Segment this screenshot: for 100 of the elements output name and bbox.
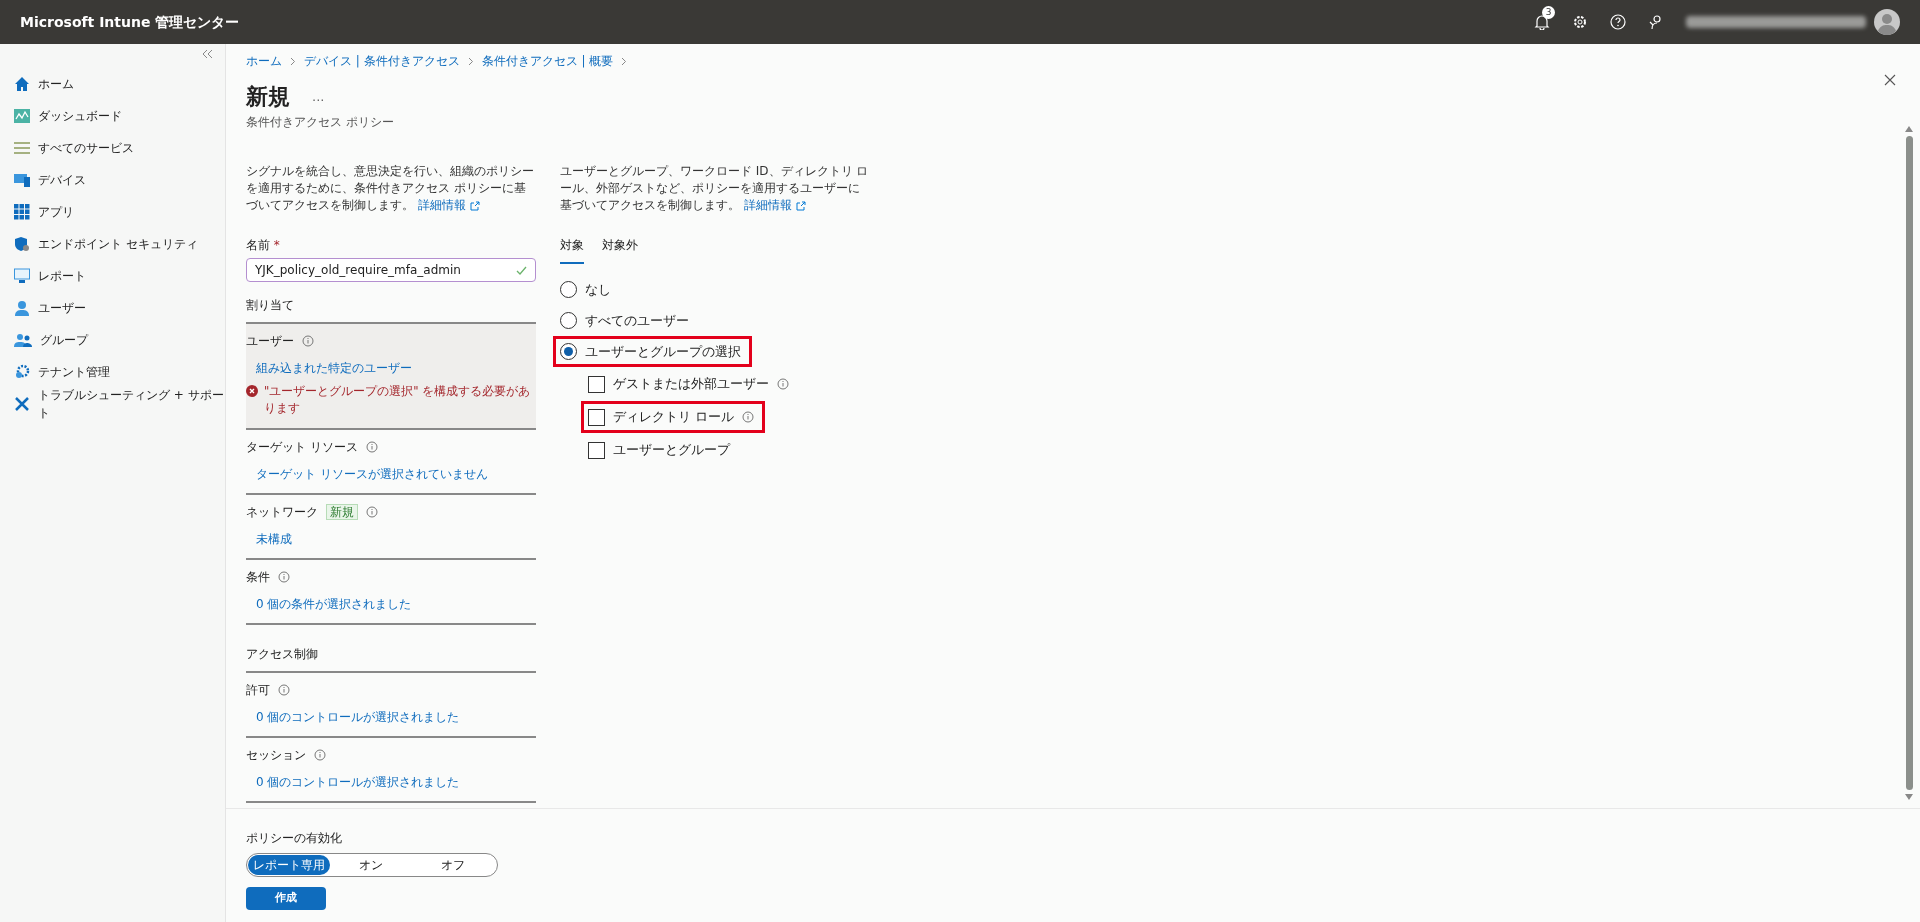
section-label: ターゲット リソース: [246, 438, 358, 456]
learn-more-link[interactable]: 詳細情報: [744, 198, 806, 212]
gear-person-icon: [14, 364, 30, 380]
app-title: Microsoft Intune 管理センター: [20, 12, 240, 32]
section-link[interactable]: 未構成: [256, 529, 292, 548]
checkbox-label: ディレクトリ ロール: [613, 408, 735, 427]
page-subtitle: 条件付きアクセス ポリシー: [246, 114, 395, 131]
checkbox[interactable]: [588, 408, 605, 426]
sidebar-item[interactable]: グループ: [0, 324, 225, 356]
info-icon[interactable]: [742, 411, 755, 423]
sidebar-item[interactable]: ユーザー: [0, 292, 225, 324]
help-icon[interactable]: [1610, 14, 1626, 30]
breadcrumb-link[interactable]: 条件付きアクセス | 概要: [481, 52, 614, 70]
checkbox[interactable]: [588, 375, 605, 393]
error-message: "ユーザーとグループの選択" を構成する必要があります: [264, 383, 532, 418]
description: ユーザーとグループ、ワークロード ID、ディレクトリ ロール、外部ゲストなど、ポリシーを適用するユーザーに基づいてアクセスを制御します。 詳細情報: [560, 163, 870, 214]
chevron-icon: [621, 56, 628, 66]
checkbox-label: ユーザーとグループ: [613, 441, 730, 460]
info-icon[interactable]: [366, 505, 378, 518]
info-icon[interactable]: [365, 440, 378, 453]
name-input[interactable]: YJK_policy_old_require_mfa_admin: [246, 258, 536, 282]
feedback-icon[interactable]: [1648, 14, 1664, 30]
people-icon: [14, 333, 32, 347]
monitor-icon: [14, 268, 30, 284]
section-row[interactable]: セッション 0 個のコントロールが選択されました: [246, 737, 536, 803]
section-row[interactable]: ターゲット リソース ターゲット リソースが選択されていません: [246, 429, 536, 495]
radio-button[interactable]: [560, 281, 577, 298]
sidebar-item[interactable]: ホーム: [0, 68, 225, 100]
info-icon[interactable]: [278, 683, 290, 696]
home-icon: [14, 76, 30, 92]
avatar-icon[interactable]: [1874, 9, 1900, 35]
toggle-option[interactable]: レポート専用: [248, 855, 330, 875]
info-icon[interactable]: [314, 748, 326, 761]
scroll-up-icon[interactable]: [1905, 126, 1913, 132]
section-label: 許可: [246, 681, 270, 699]
external-link-icon: [796, 200, 806, 211]
tools-icon: [14, 396, 30, 412]
info-icon[interactable]: [278, 570, 290, 583]
section-link[interactable]: 0 個の条件が選択されました: [256, 594, 412, 613]
tab[interactable]: 対象: [560, 236, 584, 264]
bell-icon[interactable]: [1534, 14, 1550, 30]
sidebar-item[interactable]: レポート: [0, 260, 225, 292]
sidebar-item[interactable]: トラブルシューティング + サポート: [0, 388, 225, 420]
radio-label: ユーザーとグループの選択: [585, 342, 741, 361]
info-icon[interactable]: [777, 378, 789, 390]
sidebar-item[interactable]: テナント管理: [0, 356, 225, 388]
sidebar-item[interactable]: すべてのサービス: [0, 132, 225, 164]
notification-badge: 3: [1542, 6, 1555, 19]
chart-icon: [14, 109, 30, 123]
section-heading: アクセス制御: [246, 644, 536, 673]
checkbox[interactable]: [588, 441, 605, 459]
scrollbar[interactable]: [1905, 126, 1913, 800]
section-label: セッション: [246, 746, 306, 764]
sidebar-item[interactable]: デバイス: [0, 164, 225, 196]
more-button[interactable]: ...: [312, 86, 325, 107]
device-icon: [14, 173, 30, 187]
list-icon: [14, 142, 30, 154]
chevron-icon: [290, 56, 296, 66]
user-icon: [14, 300, 30, 316]
section-link[interactable]: 組み込まれた特定のユーザー: [256, 359, 412, 377]
tab[interactable]: 対象外: [602, 236, 638, 264]
section-row[interactable]: 条件 0 個の条件が選択されました: [246, 559, 536, 625]
checkbox-label: ゲストまたは外部ユーザー: [613, 375, 769, 394]
shield-icon: [14, 236, 30, 252]
section-link[interactable]: 0 個のコントロールが選択されました: [256, 772, 460, 791]
radio-button[interactable]: [560, 312, 577, 329]
info-icon[interactable]: [302, 335, 314, 347]
field-label: ポリシーの有効化: [246, 830, 343, 847]
chevron-icon: [467, 56, 474, 66]
external-link-icon: [470, 200, 480, 211]
error-icon: [246, 385, 258, 397]
breadcrumb-link[interactable]: ホーム: [246, 52, 282, 70]
section-label: 条件: [246, 568, 270, 586]
learn-more-link[interactable]: 詳細情報: [418, 198, 480, 212]
sidebar-item[interactable]: エンドポイント セキュリティ: [0, 228, 225, 260]
new-badge: 新規: [326, 503, 358, 520]
sidebar-item[interactable]: アプリ: [0, 196, 225, 228]
radio-label: すべてのユーザー: [585, 311, 689, 330]
description: シグナルを統合し、意思決定を行い、組織のポリシーを適用するために、条件付きアクセス ポリシーに基づいてアクセスを制御します。 詳細情報: [246, 163, 535, 214]
section-label: ユーザー: [246, 333, 294, 350]
collapse-icon[interactable]: [203, 50, 213, 58]
settings-icon[interactable]: [1572, 14, 1588, 30]
grid-icon: [14, 204, 30, 220]
scroll-down-icon[interactable]: [1905, 794, 1913, 800]
close-icon[interactable]: [1884, 74, 1896, 86]
section-label: ネットワーク: [246, 503, 318, 521]
radio-button[interactable]: [560, 343, 577, 360]
page-title: 新規: [246, 83, 290, 111]
field-label: 名前: [246, 238, 270, 252]
create-button[interactable]: 作成: [246, 887, 326, 910]
breadcrumb-link[interactable]: デバイス | 条件付きアクセス: [304, 52, 460, 70]
section-row[interactable]: 許可 0 個のコントロールが選択されました: [246, 672, 536, 738]
toggle-option[interactable]: オフ: [412, 855, 494, 875]
sidebar-item[interactable]: ダッシュボード: [0, 100, 225, 132]
section-link[interactable]: ターゲット リソースが選択されていません: [256, 464, 488, 483]
toggle-option[interactable]: オン: [330, 855, 412, 875]
section-row[interactable]: ネットワーク 新規 未構成: [246, 494, 536, 560]
section-row[interactable]: ユーザー 組み込まれた特定のユーザー "ユーザーとグループの選択" を構成する必要があります: [246, 324, 536, 430]
section-link[interactable]: 0 個のコントロールが選択されました: [256, 707, 460, 726]
radio-label: なし: [585, 280, 611, 299]
